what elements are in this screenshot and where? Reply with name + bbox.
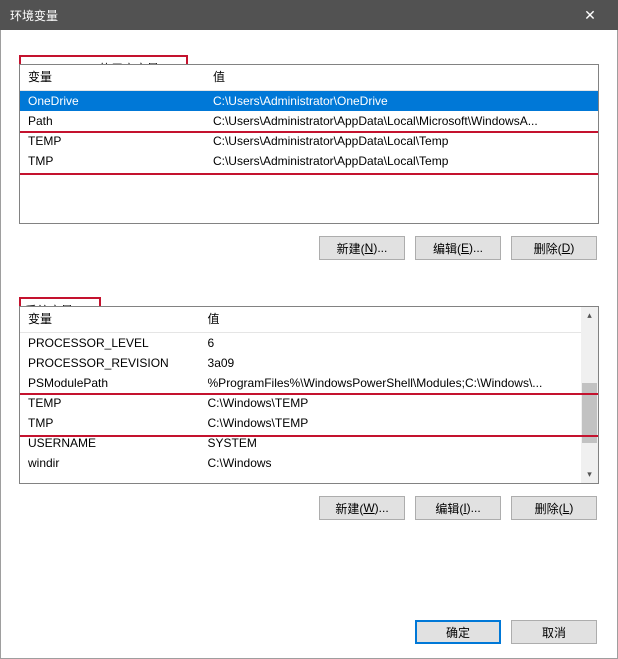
var-value-cell: 3a09 bbox=[200, 353, 581, 373]
var-value-cell: C:\Windows\TEMP bbox=[200, 413, 581, 433]
var-value-cell: %ProgramFiles%\WindowsPowerShell\Modules… bbox=[200, 373, 581, 393]
close-icon[interactable]: ✕ bbox=[570, 0, 610, 30]
table-row[interactable]: TMPC:\Users\Administrator\AppData\Local\… bbox=[20, 151, 598, 171]
table-row[interactable]: TEMPC:\Windows\TEMP bbox=[20, 393, 581, 413]
titlebar: 环境变量 ✕ bbox=[0, 0, 618, 30]
var-name-cell: TEMP bbox=[20, 393, 200, 413]
var-name-cell: PROCESSOR_LEVEL bbox=[20, 333, 200, 354]
dialog-buttons-row: 确定 取消 bbox=[19, 612, 599, 644]
var-name-cell: windir bbox=[20, 453, 200, 473]
var-name-cell: Path bbox=[20, 111, 205, 131]
table-row[interactable]: TMPC:\Windows\TEMP bbox=[20, 413, 581, 433]
table-row[interactable]: OneDriveC:\Users\Administrator\OneDrive bbox=[20, 91, 598, 112]
var-name-cell: USERNAME bbox=[20, 433, 200, 453]
system-delete-button[interactable]: 删除(L) bbox=[511, 496, 597, 520]
table-row[interactable]: PathC:\Users\Administrator\AppData\Local… bbox=[20, 111, 598, 131]
scroll-up-icon[interactable]: ▴ bbox=[581, 307, 598, 324]
var-value-cell: C:\Windows\TEMP bbox=[200, 393, 581, 413]
user-edit-button[interactable]: 编辑(E)... bbox=[415, 236, 501, 260]
system-variables-table[interactable]: 变量 值 PROCESSOR_LEVEL6PROCESSOR_REVISION3… bbox=[19, 306, 599, 484]
var-name-cell: PSModulePath bbox=[20, 373, 200, 393]
scroll-down-icon[interactable]: ▾ bbox=[581, 466, 598, 483]
var-value-cell: 6 bbox=[200, 333, 581, 354]
var-name-cell: PROCESSOR_REVISION bbox=[20, 353, 200, 373]
var-value-cell: C:\Users\Administrator\AppData\Local\Mic… bbox=[205, 111, 598, 131]
scroll-thumb[interactable] bbox=[582, 383, 597, 443]
system-edit-button[interactable]: 编辑(I)... bbox=[415, 496, 501, 520]
var-name-cell: OneDrive bbox=[20, 91, 205, 112]
system-new-button[interactable]: 新建(W)... bbox=[319, 496, 405, 520]
user-delete-button[interactable]: 删除(D) bbox=[511, 236, 597, 260]
table-row[interactable]: PSModulePath%ProgramFiles%\WindowsPowerS… bbox=[20, 373, 581, 393]
user-buttons-row: 新建(N)... 编辑(E)... 删除(D) bbox=[19, 224, 599, 264]
user-variables-section: Administrator 的用户变量(U) 变量 值 OneDriveC:\U… bbox=[19, 42, 599, 264]
var-name-cell: TEMP bbox=[20, 131, 205, 151]
dialog-body: Administrator 的用户变量(U) 变量 值 OneDriveC:\U… bbox=[0, 30, 618, 659]
user-col-name-header[interactable]: 变量 bbox=[20, 65, 205, 91]
table-row[interactable]: USERNAMESYSTEM bbox=[20, 433, 581, 453]
sys-col-name-header[interactable]: 变量 bbox=[20, 307, 200, 333]
user-variables-table[interactable]: 变量 值 OneDriveC:\Users\Administrator\OneD… bbox=[19, 64, 599, 224]
user-new-button[interactable]: 新建(N)... bbox=[319, 236, 405, 260]
system-scrollbar[interactable]: ▴ ▾ bbox=[581, 307, 598, 483]
user-col-value-header[interactable]: 值 bbox=[205, 65, 598, 91]
table-row[interactable]: PROCESSOR_LEVEL6 bbox=[20, 333, 581, 354]
var-value-cell: C:\Users\Administrator\AppData\Local\Tem… bbox=[205, 131, 598, 151]
system-variables-section: 系统变量(S) 变量 值 PROCESSOR_LEVEL6PROCESSOR_R… bbox=[19, 284, 599, 524]
cancel-button[interactable]: 取消 bbox=[511, 620, 597, 644]
titlebar-title: 环境变量 bbox=[10, 7, 570, 24]
var-value-cell: C:\Users\Administrator\OneDrive bbox=[205, 91, 598, 112]
sys-col-value-header[interactable]: 值 bbox=[200, 307, 581, 333]
table-row[interactable]: TEMPC:\Users\Administrator\AppData\Local… bbox=[20, 131, 598, 151]
var-value-cell: C:\Windows bbox=[200, 453, 581, 473]
table-row[interactable]: PROCESSOR_REVISION3a09 bbox=[20, 353, 581, 373]
ok-button[interactable]: 确定 bbox=[415, 620, 501, 644]
table-row[interactable]: windirC:\Windows bbox=[20, 453, 581, 473]
var-value-cell: C:\Users\Administrator\AppData\Local\Tem… bbox=[205, 151, 598, 171]
var-name-cell: TMP bbox=[20, 151, 205, 171]
system-buttons-row: 新建(W)... 编辑(I)... 删除(L) bbox=[19, 484, 599, 524]
var-value-cell: SYSTEM bbox=[200, 433, 581, 453]
var-name-cell: TMP bbox=[20, 413, 200, 433]
